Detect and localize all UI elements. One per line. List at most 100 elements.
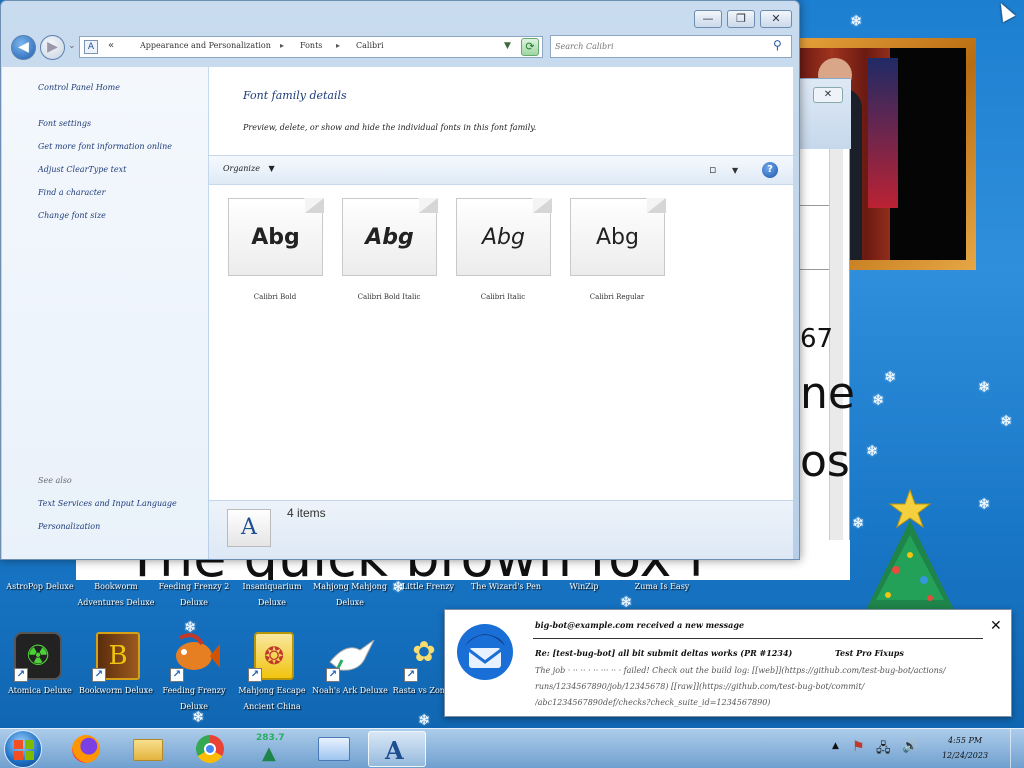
show-desktop-button[interactable] (1010, 729, 1024, 768)
breadcrumb-item[interactable]: Fonts (300, 41, 322, 50)
bg-doc-line2: ne (800, 368, 855, 419)
desktop-icon-label[interactable]: Little Frenzy (388, 579, 468, 595)
book-icon[interactable]: B ↗ (92, 632, 142, 682)
show-hidden-icons-button[interactable]: ▲ (832, 741, 839, 751)
font-name: Calibri Bold Italic (357, 293, 421, 301)
breadcrumb-overflow-icon[interactable]: « (108, 40, 114, 51)
desktop-icon-label[interactable]: Mahjong Mahjong Deluxe (310, 579, 390, 611)
desktop-icon-label[interactable]: WinZip (544, 579, 624, 595)
sidebar-link-personalization[interactable]: Personalization (38, 522, 100, 531)
sidebar-link-text-services[interactable]: Text Services and Input Language (38, 499, 177, 508)
snowflake: ❄ (884, 368, 897, 386)
desktop-icon-label[interactable]: Noah's Ark Deluxe (310, 683, 390, 699)
shortcut-arrow-icon: ↗ (326, 668, 340, 682)
desktop-icon-label[interactable]: Zuma Is Easy (622, 579, 702, 595)
snowflake: ❄ (418, 711, 431, 729)
volume-icon[interactable]: 🔊 (902, 739, 918, 754)
breadcrumb-separator-icon[interactable]: ▸ (280, 41, 284, 50)
view-icon: ▫ (709, 163, 717, 176)
snowflake: ❄ (978, 378, 991, 396)
network-icon[interactable]: 🖧 (876, 739, 891, 761)
search-icon[interactable]: ⚲ (773, 38, 782, 52)
chevron-down-icon: ▼ (731, 166, 739, 175)
desktop-icon-label[interactable]: Feeding Frenzy Deluxe (154, 683, 234, 715)
page-fold-icon (305, 198, 324, 213)
fonts-explorer-window[interactable]: — ❐ ✕ ◀ ▶ ⌄ A « Appearance and Personali… (0, 0, 800, 560)
mahjong-tile-icon[interactable]: ❂ ↗ (248, 632, 298, 682)
bg-doc-line3: os (800, 436, 850, 487)
taskbar-explorer-button[interactable] (120, 731, 178, 767)
mail-notification[interactable]: big-bot@example.com received a new messa… (444, 609, 1012, 717)
shortcut-arrow-icon: ↗ (404, 668, 418, 682)
back-arrow-icon: ◀ (18, 39, 29, 55)
desktop-icon-label[interactable]: AstroPop Deluxe (0, 579, 80, 595)
address-dropdown-icon[interactable]: ▼ (504, 41, 511, 51)
fish-icon[interactable]: ↗ (170, 632, 220, 682)
firefox-icon (72, 735, 100, 763)
close-button[interactable]: ✕ (760, 10, 792, 28)
desktop-icon-label[interactable]: Insaniquarium Deluxe (232, 579, 312, 611)
breadcrumb-separator-icon[interactable]: ▸ (336, 41, 340, 50)
task-sidebar: Control Panel Home Font settings Get mor… (2, 67, 208, 559)
start-button[interactable] (4, 730, 42, 768)
christmas-tree-image (846, 480, 986, 620)
shortcut-arrow-icon: ↗ (170, 668, 184, 682)
forward-button[interactable]: ▶ (40, 35, 65, 60)
snowflake: ❄ (872, 391, 885, 409)
desktop-icon-label[interactable]: Bookworm Adventures Deluxe (76, 579, 156, 611)
search-box[interactable]: ⚲ (550, 35, 792, 58)
breadcrumb-item[interactable]: Appearance and Personalization (140, 41, 271, 50)
fonts-icon: A (385, 736, 404, 765)
desktop-icon-label[interactable]: Atomica Deluxe (0, 683, 80, 699)
atom-game-icon[interactable]: ☢ ↗ (14, 632, 64, 682)
dove-icon[interactable]: ↗ (326, 632, 376, 682)
back-button[interactable]: ◀ (11, 35, 36, 60)
taskbar-firefox-button[interactable] (58, 731, 116, 767)
snowflake: ❄ (620, 593, 633, 611)
sidebar-link-font-info-online[interactable]: Get more font information online (38, 142, 172, 151)
control-panel-icon: A (84, 40, 98, 54)
thunderbird-icon (453, 620, 517, 684)
notification-body-line: runs/1234567890/job/12345678) [[raw]](ht… (535, 682, 865, 691)
bg-window-close-button[interactable]: ✕ (813, 87, 843, 103)
sidebar-link-font-size[interactable]: Change font size (38, 211, 106, 220)
breadcrumb-item[interactable]: Calibri (356, 41, 384, 50)
recent-pages-chevron-icon[interactable]: ⌄ (68, 41, 76, 51)
search-input[interactable] (555, 39, 765, 54)
refresh-icon[interactable]: ⟳ (521, 38, 539, 56)
folder-icon (133, 739, 163, 761)
control-panel-home-link[interactable]: Control Panel Home (38, 83, 120, 92)
clock-time: 4:55 PM (947, 736, 983, 745)
sidebar-link-font-settings[interactable]: Font settings (38, 119, 91, 128)
desktop-icon-label[interactable]: The Wizard's Pen (466, 579, 546, 595)
bg-window-scrollbar[interactable] (829, 149, 843, 569)
help-icon[interactable]: ? (762, 162, 778, 178)
sidebar-link-cleartype[interactable]: Adjust ClearType text (38, 165, 126, 174)
action-center-flag-icon[interactable]: ⚑ (852, 739, 865, 755)
taskbar-fonts-button[interactable]: A (368, 731, 426, 767)
maximize-button[interactable]: ❐ (727, 10, 755, 28)
desktop-icon-label[interactable]: Mahjong Escape Ancient China (232, 683, 312, 715)
taskbar-control-panel-button[interactable] (306, 731, 364, 767)
items-count: 4 items (287, 506, 326, 520)
sidebar-link-find-character[interactable]: Find a character (38, 188, 106, 197)
desktop-icon-label[interactable]: Bookworm Deluxe (76, 683, 156, 699)
view-options-button[interactable]: ▫ ▼ (709, 163, 738, 176)
address-bar[interactable]: A « Appearance and Personalization ▸ Fon… (79, 36, 543, 58)
desktop-icon-label[interactable]: Rasta vs Zom (392, 683, 448, 699)
shortcut-arrow-icon: ↗ (92, 668, 106, 682)
christmas-tree-icon: ▲ (262, 743, 276, 764)
desktop-icon-label[interactable]: Feeding Frenzy 2 Deluxe (154, 579, 234, 611)
minimize-button[interactable]: — (694, 10, 722, 28)
taskbar-chrome-button[interactable] (182, 731, 240, 767)
notification-close-button[interactable]: ✕ (990, 618, 1002, 634)
bg-doc-number: 67 (800, 324, 834, 354)
organize-menu-button[interactable]: Organize ▼ (223, 164, 275, 173)
control-panel-icon (318, 737, 350, 761)
clock[interactable]: 4:55 PM 12/24/2023 (930, 733, 1000, 763)
chevron-down-icon: ▼ (268, 164, 275, 173)
taskbar-tree-counter-button[interactable]: 283.7 ▲ (244, 731, 302, 767)
page-fold-icon (419, 198, 438, 213)
page-subtitle: Preview, delete, or show and hide the in… (243, 123, 537, 132)
page-fold-icon (533, 198, 552, 213)
